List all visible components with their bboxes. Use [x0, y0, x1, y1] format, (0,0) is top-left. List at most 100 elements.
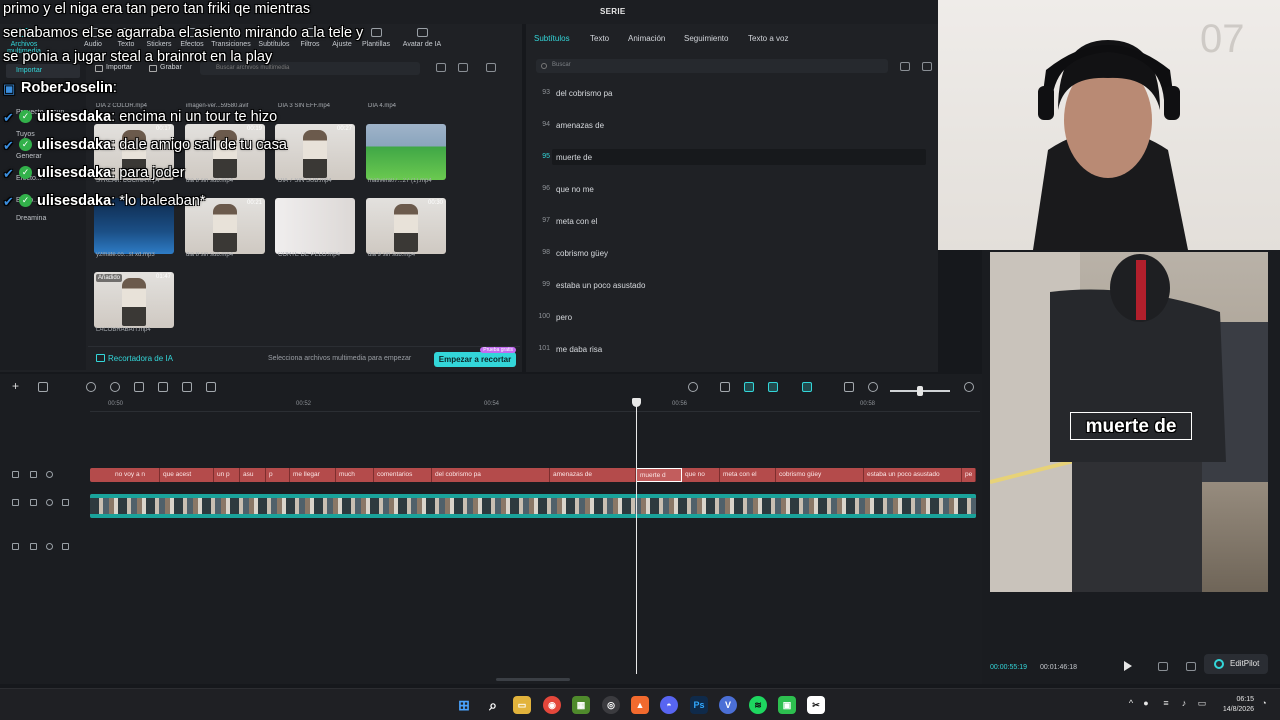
- fit-icon[interactable]: [1158, 662, 1168, 671]
- fullscreen-icon[interactable]: [1186, 662, 1196, 671]
- brave-icon[interactable]: ▲: [631, 696, 649, 714]
- subtitle-clip-selected[interactable]: muerte d: [636, 468, 682, 482]
- preview-video[interactable]: muerte de: [990, 252, 1268, 592]
- photoshop-icon[interactable]: Ps: [690, 696, 708, 714]
- media-thumb[interactable]: 00:30: [366, 198, 446, 254]
- subtitle-clip[interactable]: comentarios: [374, 468, 432, 482]
- media-thumb[interactable]: [366, 124, 446, 180]
- chevron-up-icon[interactable]: ^: [1125, 698, 1137, 710]
- tab-ai-avatar[interactable]: Avatar de IA: [392, 28, 452, 48]
- eye-icon[interactable]: [46, 543, 53, 550]
- zoom-slider-handle[interactable]: [917, 386, 923, 396]
- subtitle-row[interactable]: 100 pero: [536, 309, 936, 325]
- side-item-library[interactable]: Biblio...: [6, 194, 80, 208]
- side-item-dreamina[interactable]: Dreamina: [6, 212, 80, 226]
- minecraft-icon[interactable]: ▦: [572, 696, 590, 714]
- subtitle-clip[interactable]: que acest: [160, 468, 214, 482]
- image-icon[interactable]: [900, 62, 910, 71]
- side-item-project[interactable]: Proyecto secun...: [6, 106, 80, 120]
- media-thumb-audio[interactable]: [94, 198, 174, 254]
- delete-icon[interactable]: [206, 382, 216, 392]
- subtitle-clip[interactable]: del cobrismo pa: [432, 468, 550, 482]
- redo-icon[interactable]: [110, 382, 120, 392]
- playhead[interactable]: [632, 398, 641, 674]
- subtitle-clip[interactable]: cobrismo güey: [776, 468, 864, 482]
- subtitle-clip[interactable]: no voy a n: [112, 468, 160, 482]
- file-explorer-icon[interactable]: ▭: [513, 696, 531, 714]
- subtitle-clip[interactable]: que no: [682, 468, 720, 482]
- view-grid-icon[interactable]: [436, 63, 446, 72]
- subtitle-clip[interactable]: much: [336, 468, 374, 482]
- snap-icon[interactable]: [768, 382, 778, 392]
- trim-left-icon[interactable]: [158, 382, 168, 392]
- chrome-icon[interactable]: ◉: [543, 696, 561, 714]
- subtitle-clip[interactable]: un p: [214, 468, 240, 482]
- media-thumb[interactable]: [275, 198, 355, 254]
- side-item-generate[interactable]: Generar: [6, 150, 80, 164]
- editpilot-button[interactable]: EditPilot: [1204, 654, 1268, 674]
- subtitle-clip[interactable]: estaba un poco asustado: [864, 468, 962, 482]
- eye-icon[interactable]: [46, 499, 53, 506]
- lock-icon[interactable]: [30, 471, 37, 478]
- obs-icon[interactable]: ◎: [602, 696, 620, 714]
- volume-icon[interactable]: ♪: [1178, 698, 1190, 710]
- magnet-icon[interactable]: [744, 382, 754, 392]
- windows-icon[interactable]: ⊞: [455, 696, 473, 714]
- select-tool-icon[interactable]: [38, 382, 48, 392]
- more-icon[interactable]: [78, 543, 85, 550]
- notifications-icon[interactable]: ◔: [1258, 698, 1270, 710]
- subtitle-row[interactable]: 98 cobrismo güey: [536, 245, 936, 261]
- undo-icon[interactable]: [86, 382, 96, 392]
- link-icon[interactable]: [720, 382, 730, 392]
- video-track[interactable]: [90, 494, 976, 518]
- time-ruler[interactable]: 00:50 00:52 00:54 00:56 00:58: [90, 398, 980, 412]
- filter-icon[interactable]: [486, 63, 496, 72]
- wifi-icon[interactable]: ≡: [1160, 698, 1172, 710]
- microphone-icon[interactable]: [688, 382, 698, 392]
- subtitle-clip[interactable]: p: [266, 468, 290, 482]
- list-settings-icon[interactable]: [922, 62, 932, 71]
- subtitle-row[interactable]: 94 amenazas de: [536, 117, 936, 133]
- subtitle-clip[interactable]: amenazas de: [550, 468, 636, 482]
- tab-text-to-speech[interactable]: Texto a voz: [748, 34, 788, 43]
- game-icon[interactable]: ▣: [778, 696, 796, 714]
- capcut-icon[interactable]: ✂: [807, 696, 825, 714]
- discord-icon[interactable]: ◓: [660, 696, 678, 714]
- more-icon[interactable]: [78, 499, 85, 506]
- zoom-in-icon[interactable]: [964, 382, 974, 392]
- preview-caption-box[interactable]: muerte de: [1070, 412, 1192, 440]
- start-trim-button[interactable]: Empezar a recortar Prueba gratis: [434, 347, 516, 367]
- playhead-handle[interactable]: [632, 398, 641, 407]
- play-icon[interactable]: [1124, 661, 1132, 671]
- media-thumb[interactable]: 00:27: [275, 124, 355, 180]
- subtitle-clip[interactable]: meta con el: [720, 468, 776, 482]
- subtitle-row-active[interactable]: 95 muerte de: [536, 149, 936, 165]
- media-thumb[interactable]: 00:17: [94, 124, 174, 180]
- subtitle-row[interactable]: 101 me daba risa: [536, 341, 936, 357]
- subtitle-clip[interactable]: asu: [240, 468, 266, 482]
- subtitle-row[interactable]: 99 estaba un poco asustado: [536, 277, 936, 293]
- tab-tracking[interactable]: Seguimiento: [684, 34, 728, 43]
- add-icon[interactable]: +: [12, 379, 22, 393]
- subtitle-row[interactable]: 97 meta con el: [536, 213, 936, 229]
- volume-icon[interactable]: [62, 499, 69, 506]
- tab-text-panel[interactable]: Texto: [590, 34, 609, 43]
- tab-animation[interactable]: Animación: [628, 34, 665, 43]
- ai-trimmer-label[interactable]: Recortadora de IA: [96, 354, 173, 363]
- media-search-input[interactable]: Buscar archivos multimedia: [200, 62, 420, 75]
- search-icon[interactable]: ⌕: [484, 696, 502, 714]
- caption-icon[interactable]: [844, 382, 854, 392]
- sort-icon[interactable]: [458, 63, 468, 72]
- battery-icon[interactable]: ▭: [1196, 698, 1208, 710]
- side-item-import[interactable]: Importar: [6, 64, 80, 78]
- system-clock[interactable]: 06:15 14/8/2026: [1212, 695, 1254, 715]
- lock-icon[interactable]: [30, 543, 37, 550]
- trim-right-icon[interactable]: [182, 382, 192, 392]
- spotify-icon[interactable]: ≋: [749, 696, 767, 714]
- subtitle-clip[interactable]: pe: [962, 468, 976, 482]
- tab-media[interactable]: Archivos multimedia: [0, 28, 48, 55]
- timeline-scrollbar[interactable]: [496, 678, 570, 681]
- side-item-yours[interactable]: Tuyos: [6, 128, 80, 142]
- side-item-effects[interactable]: Efecto...: [6, 172, 80, 186]
- media-thumb[interactable]: 00:21: [185, 198, 265, 254]
